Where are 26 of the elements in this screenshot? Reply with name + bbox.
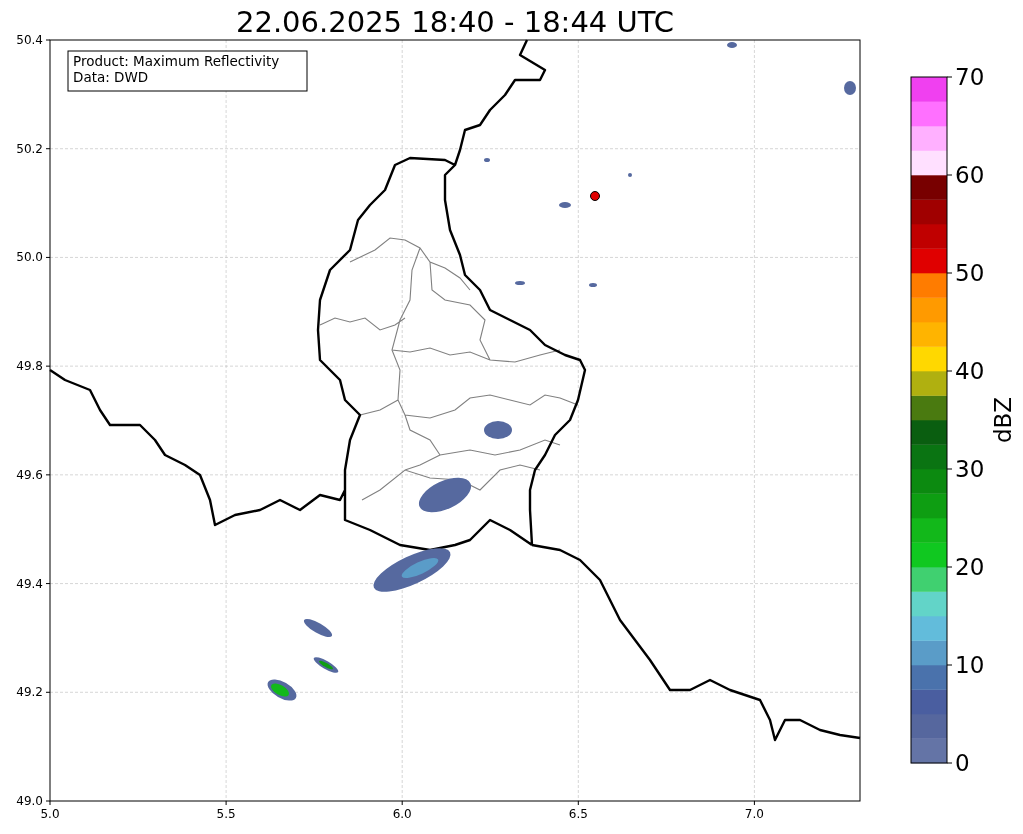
x-tick-label: 5.0 <box>40 807 60 821</box>
x-tick-label: 6.0 <box>392 807 412 821</box>
colorbar-tick-label: 0 <box>955 750 970 776</box>
colorbar-tick-label: 30 <box>955 456 985 482</box>
y-tick-label: 49.8 <box>16 359 43 374</box>
x-tick-label: 7.0 <box>744 807 764 821</box>
colorbar-tick-label: 50 <box>955 260 985 286</box>
info-text: Product: Maximum Reflectivity <box>73 53 280 69</box>
map-title: 22.06.2025 18:40 - 18:44 UTC <box>236 5 674 39</box>
y-tick-label: 49.0 <box>16 794 43 808</box>
colorbar-tick-label: 10 <box>955 652 985 678</box>
y-tick-label: 50.0 <box>16 250 43 265</box>
x-tick-label: 6.5 <box>568 807 588 821</box>
y-tick-label: 49.4 <box>16 576 43 591</box>
y-tick-label: 49.2 <box>16 685 43 700</box>
colorbar-tick-label: 40 <box>955 358 985 384</box>
y-tick-label: 50.4 <box>16 33 43 47</box>
colorbar-label: dBZ <box>990 396 1016 444</box>
y-tick-label: 50.2 <box>16 141 43 156</box>
colorbar-tick-label: 70 <box>955 64 985 90</box>
colorbar-tick-label: 60 <box>955 162 985 188</box>
radar-site-marker <box>590 191 600 201</box>
colorbar-tick-label: 20 <box>955 554 985 580</box>
y-tick-label: 49.6 <box>16 467 43 482</box>
x-tick-label: 5.5 <box>216 807 236 821</box>
info-text: Data: DWD <box>73 69 149 85</box>
